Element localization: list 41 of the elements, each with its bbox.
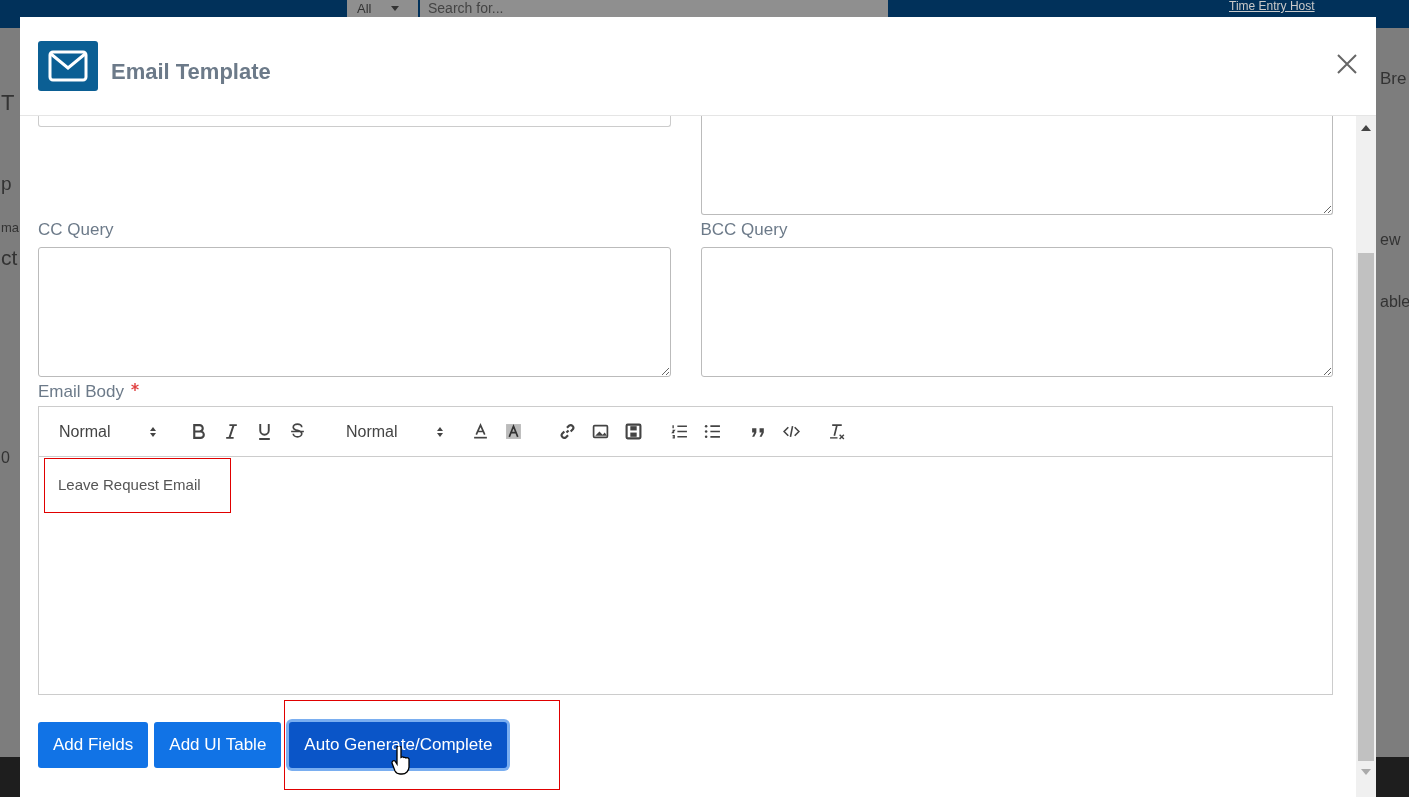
background-text: p xyxy=(1,172,12,196)
scroll-down-icon xyxy=(1361,769,1371,775)
scroll-up-icon xyxy=(1361,125,1371,131)
background-text: T xyxy=(1,89,15,117)
background-text: able xyxy=(1380,292,1409,312)
close-button[interactable] xyxy=(1336,53,1358,75)
field-label: CC Query xyxy=(38,219,115,241)
scope-dropdown[interactable]: All xyxy=(347,0,418,17)
field-label: BCC Query xyxy=(700,219,789,241)
field-label: Email Body xyxy=(38,377,1333,406)
video-icon xyxy=(624,423,642,440)
background-text: ew xyxy=(1380,230,1401,250)
background-text: ma xyxy=(1,219,20,237)
modal-title: Email Template xyxy=(111,57,271,86)
input-field[interactable] xyxy=(38,116,671,127)
sort-icon xyxy=(436,425,444,438)
action-button[interactable]: Add Fields xyxy=(38,722,149,768)
envelope-icon xyxy=(48,50,88,82)
action-button[interactable]: Add UI Table xyxy=(154,722,282,768)
close-icon xyxy=(1336,53,1358,75)
bullet-list-icon xyxy=(703,423,721,440)
scrollbar[interactable] xyxy=(1356,116,1376,797)
color-icon xyxy=(471,423,489,440)
background-text: ct xyxy=(1,245,18,271)
image-icon xyxy=(591,423,609,440)
code-icon xyxy=(782,423,800,440)
editor-text: Leave Request Email xyxy=(44,458,231,513)
strike-icon xyxy=(288,423,306,440)
header-link[interactable]: Time Entry Host xyxy=(1229,0,1315,12)
format-dropdown[interactable]: Normal xyxy=(346,419,446,444)
background-icon xyxy=(504,423,522,440)
clean-icon xyxy=(828,423,846,440)
caret-icon xyxy=(391,6,400,11)
link-icon xyxy=(558,423,576,440)
sort-icon xyxy=(149,425,157,438)
background-text: 0 xyxy=(1,448,10,468)
format-dropdown[interactable]: Normal xyxy=(59,419,159,444)
rich-text-editor[interactable]: Normal Normal Leave Request Email xyxy=(38,406,1333,695)
background-text: Bre xyxy=(1380,68,1407,90)
search-field[interactable]: Search for... xyxy=(420,0,888,17)
ordered-list-icon xyxy=(670,423,688,440)
